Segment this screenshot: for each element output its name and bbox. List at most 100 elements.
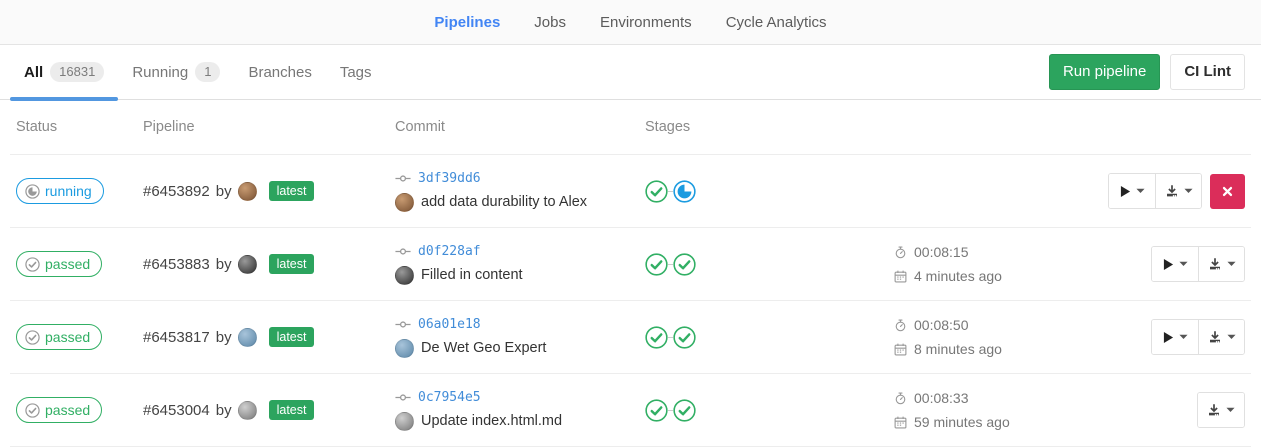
commit-author-avatar[interactable] — [395, 412, 414, 431]
pipeline-link[interactable]: #6453892 — [143, 183, 210, 200]
pipeline-link[interactable]: #6453004 — [143, 402, 210, 419]
play-dropdown-button[interactable] — [1109, 174, 1155, 208]
commit-author-avatar[interactable] — [395, 193, 414, 212]
spinner-icon — [25, 184, 40, 199]
nav-tab-environments[interactable]: Environments — [600, 14, 692, 31]
stage-passed-icon[interactable] — [645, 326, 668, 349]
by-text: by — [216, 329, 232, 346]
stage-passed-icon[interactable] — [645, 180, 668, 203]
pipeline-duration: 00:08:33 — [894, 390, 1064, 406]
stopwatch-icon — [894, 319, 907, 332]
play-dropdown-button[interactable] — [1152, 247, 1198, 281]
latest-badge: latest — [269, 400, 315, 420]
pipeline-status-badge[interactable]: passed — [16, 324, 102, 350]
pipeline-row: passed #6453883 by latest d0f228af Fille… — [10, 228, 1251, 301]
commit-icon — [395, 247, 411, 256]
commit-message-link[interactable]: add data durability to Alex — [421, 194, 587, 210]
download-icon — [1165, 184, 1179, 198]
caret-down-icon — [1227, 334, 1236, 340]
commit-icon — [395, 393, 411, 402]
pipeline-actions-group — [1108, 173, 1202, 209]
play-icon — [1163, 258, 1174, 271]
commit-author-avatar[interactable] — [395, 339, 414, 358]
toolbar-actions: Run pipeline CI Lint — [1049, 45, 1245, 99]
commit-message-link[interactable]: De Wet Geo Expert — [421, 340, 546, 356]
calendar-icon — [894, 416, 907, 429]
user-avatar[interactable] — [238, 182, 257, 201]
pipeline-status-badge[interactable]: running — [16, 178, 104, 204]
calendar-icon — [894, 270, 907, 283]
commit-sha-link[interactable]: 0c7954e5 — [418, 390, 481, 405]
status-label: passed — [45, 256, 90, 272]
latest-badge: latest — [269, 181, 315, 201]
pipeline-row: passed #6453817 by latest 06a01e18 De We… — [10, 301, 1251, 374]
stage-passed-icon[interactable] — [645, 253, 668, 276]
play-icon — [1163, 331, 1174, 344]
commit-author-avatar[interactable] — [395, 266, 414, 285]
commit-icon — [395, 174, 411, 183]
count-badge: 1 — [195, 62, 220, 82]
nav-tab-jobs[interactable]: Jobs — [534, 14, 566, 31]
artifacts-dropdown-button[interactable] — [1198, 320, 1244, 354]
run-pipeline-button[interactable]: Run pipeline — [1049, 54, 1160, 91]
latest-badge: latest — [269, 327, 315, 347]
commit-sha-link[interactable]: d0f228af — [418, 244, 481, 259]
filter-tab-label: Tags — [340, 64, 372, 81]
column-header-status: Status — [16, 119, 143, 135]
user-avatar[interactable] — [238, 401, 257, 420]
pipeline-actions-cell — [1151, 246, 1245, 282]
cancel-pipeline-button[interactable] — [1210, 174, 1245, 209]
stopwatch-icon — [894, 246, 907, 259]
caret-down-icon — [1227, 261, 1236, 267]
caret-down-icon — [1179, 261, 1188, 267]
filter-tab-running[interactable]: Running1 — [118, 45, 234, 99]
filter-tab-label: All — [24, 64, 43, 81]
mini-pipeline-graph — [645, 399, 894, 422]
caret-down-icon — [1179, 334, 1188, 340]
commit-sha-link[interactable]: 3df39dd6 — [418, 171, 481, 186]
ci-lint-button[interactable]: CI Lint — [1170, 54, 1245, 91]
pipeline-status-badge[interactable]: passed — [16, 251, 102, 277]
caret-down-icon — [1184, 188, 1193, 194]
column-header-commit: Commit — [395, 119, 645, 135]
commit-message-link[interactable]: Update index.html.md — [421, 413, 562, 429]
artifacts-dropdown-button[interactable] — [1198, 393, 1244, 427]
pipeline-actions-cell — [1197, 392, 1245, 428]
commit-sha-link[interactable]: 06a01e18 — [418, 317, 481, 332]
stage-passed-icon[interactable] — [673, 253, 696, 276]
pipeline-actions-group — [1151, 319, 1245, 355]
stage-passed-icon[interactable] — [673, 326, 696, 349]
caret-down-icon — [1136, 188, 1145, 194]
nav-tab-cycle-analytics[interactable]: Cycle Analytics — [726, 14, 827, 31]
pipeline-link[interactable]: #6453817 — [143, 329, 210, 346]
mini-pipeline-graph — [645, 253, 894, 276]
pipelines-table: Status Pipeline Commit Stages running #6… — [10, 100, 1251, 447]
user-avatar[interactable] — [238, 255, 257, 274]
stage-passed-icon[interactable] — [673, 399, 696, 422]
nav-tab-pipelines[interactable]: Pipelines — [434, 14, 500, 31]
column-header-pipeline: Pipeline — [143, 119, 395, 135]
artifacts-dropdown-button[interactable] — [1155, 174, 1201, 208]
pipelines-toolbar: All16831Running1 Branches Tags Run pipelin… — [0, 45, 1261, 100]
filter-tab-all[interactable]: All16831 — [10, 45, 118, 99]
artifacts-dropdown-button[interactable] — [1198, 247, 1244, 281]
pipeline-row: running #6453892 by latest 3df39dd6 add … — [10, 155, 1251, 228]
check-circle-icon — [25, 257, 40, 272]
status-label: passed — [45, 402, 90, 418]
user-avatar[interactable] — [238, 328, 257, 347]
filter-tab-label: Branches — [248, 64, 311, 81]
play-dropdown-button[interactable] — [1152, 320, 1198, 354]
latest-badge: latest — [269, 254, 315, 274]
check-circle-icon — [25, 403, 40, 418]
status-label: passed — [45, 329, 90, 345]
stage-passed-icon[interactable] — [645, 399, 668, 422]
pipeline-link[interactable]: #6453883 — [143, 256, 210, 273]
commit-message-link[interactable]: Filled in content — [421, 267, 523, 283]
pipeline-time-cell: 00:08:508 minutes ago — [894, 317, 1064, 357]
stopwatch-icon — [894, 392, 907, 405]
filter-tab-branches[interactable]: Branches — [234, 45, 325, 99]
pipeline-status-badge[interactable]: passed — [16, 397, 102, 423]
filter-tab-tags[interactable]: Tags — [326, 45, 386, 99]
stage-running-icon[interactable] — [673, 180, 696, 203]
pipeline-actions-group — [1197, 392, 1245, 428]
